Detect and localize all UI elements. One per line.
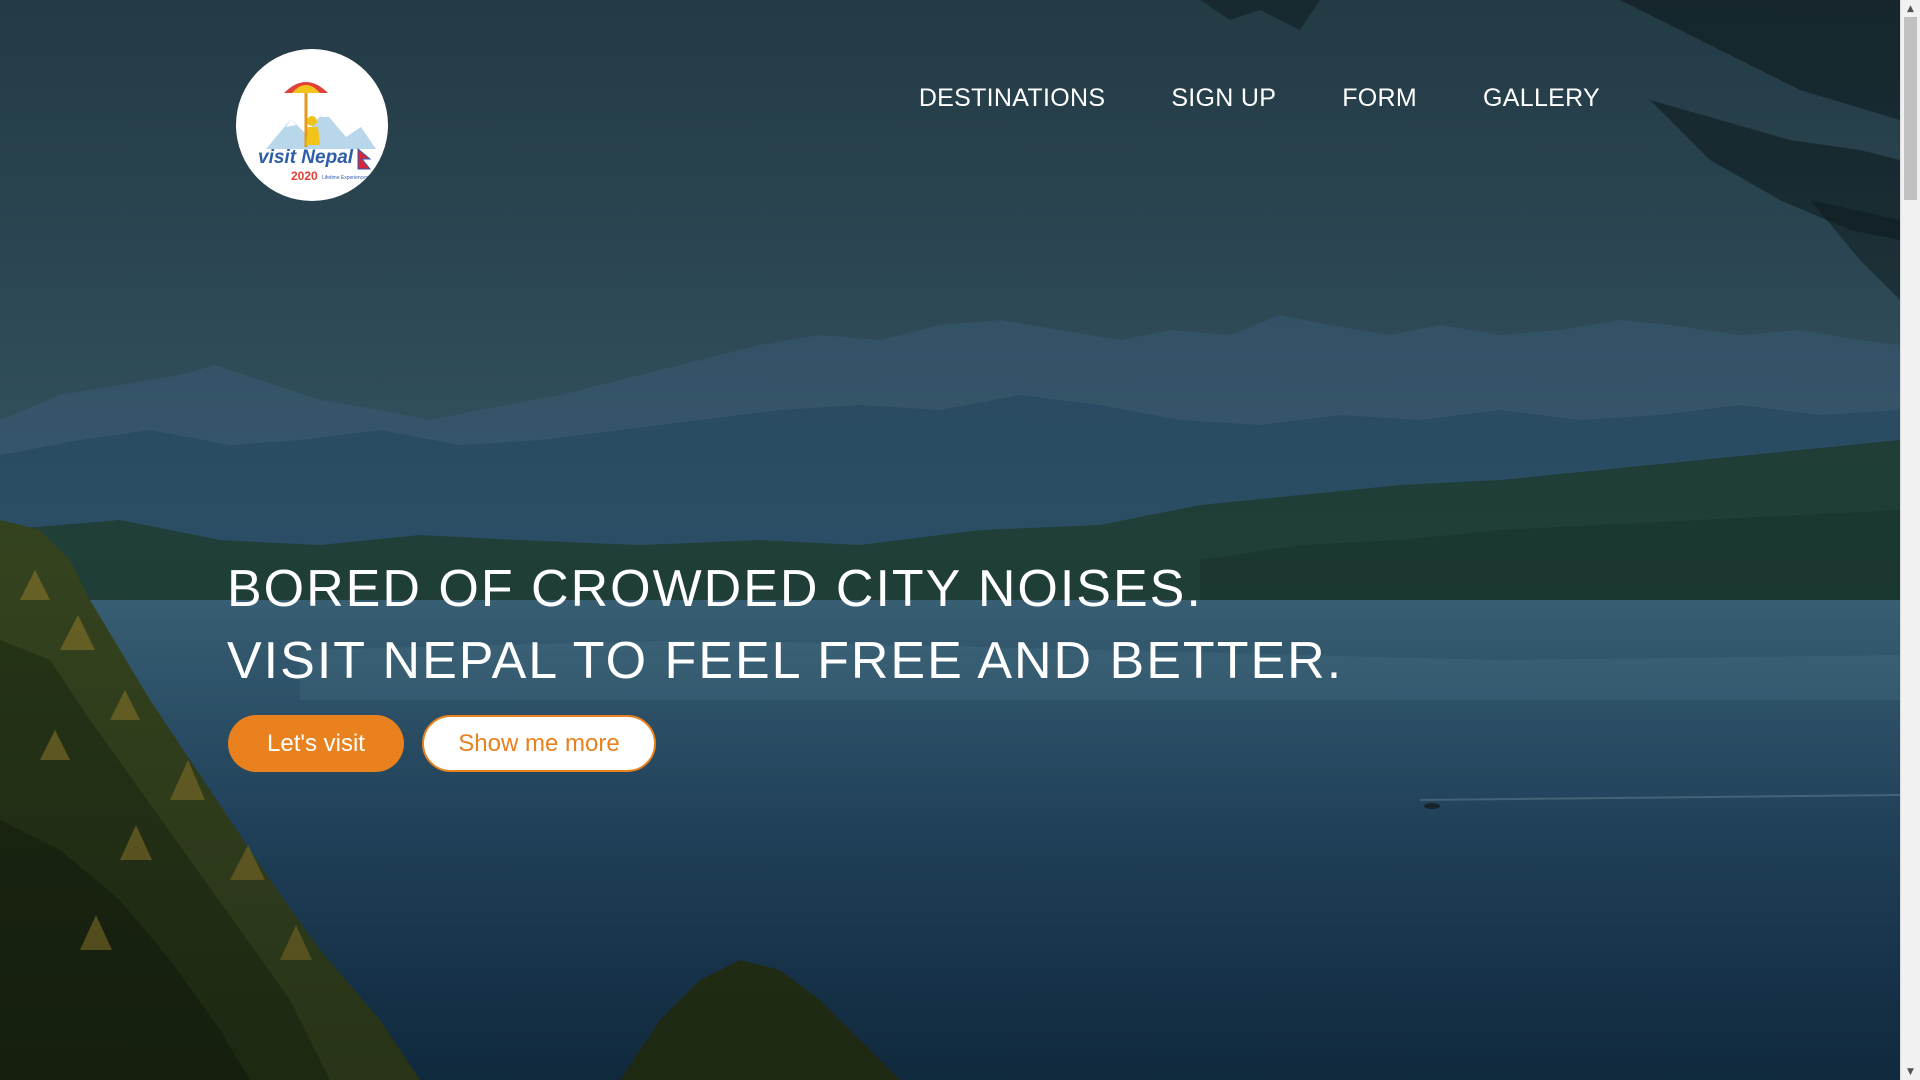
nav-link-form[interactable]: FORM bbox=[1342, 84, 1417, 112]
hero-headline-line-2: VISIT NEPAL TO FEEL FREE AND BETTER. bbox=[227, 632, 1344, 690]
logo-text-main: visit Nepal bbox=[258, 147, 354, 168]
logo-text-tagline: Lifetime Experiences bbox=[322, 175, 369, 181]
nav-link-sign-up[interactable]: SIGN UP bbox=[1171, 84, 1276, 112]
main-navigation: DESTINATIONS SIGN UP FORM GALLERY bbox=[919, 84, 1600, 113]
logo-image: visit Nepal 2020 Lifetime Experiences bbox=[258, 82, 376, 183]
nav-item-form: FORM bbox=[1342, 84, 1417, 113]
hero-headline: BORED OF CROWDED CITY NOISES. VISIT NEPA… bbox=[227, 553, 1343, 697]
hero-section: visit Nepal 2020 Lifetime Experiences DE… bbox=[0, 0, 1900, 1080]
scrollbar-thumb[interactable] bbox=[1904, 17, 1917, 200]
nav-link-destinations[interactable]: DESTINATIONS bbox=[919, 84, 1106, 112]
page: visit Nepal 2020 Lifetime Experiences DE… bbox=[0, 0, 1920, 1080]
lets-visit-button[interactable]: Let's visit bbox=[228, 715, 404, 772]
scroll-down-icon[interactable]: ▼ bbox=[1901, 1063, 1920, 1080]
nav-item-sign-up: SIGN UP bbox=[1171, 84, 1276, 113]
vertical-scrollbar[interactable]: ▲ ▼ bbox=[1900, 0, 1920, 1080]
nav-item-gallery: GALLERY bbox=[1483, 84, 1600, 113]
hero-headline-line-1: BORED OF CROWDED CITY NOISES. bbox=[227, 560, 1203, 618]
scroll-up-icon[interactable]: ▲ bbox=[1901, 0, 1920, 17]
nav-item-destinations: DESTINATIONS bbox=[919, 84, 1106, 113]
nav-link-gallery[interactable]: GALLERY bbox=[1483, 84, 1600, 112]
show-me-more-button[interactable]: Show me more bbox=[422, 715, 656, 772]
logo-text-year: 2020 bbox=[291, 169, 318, 183]
visit-nepal-logo[interactable]: visit Nepal 2020 Lifetime Experiences bbox=[236, 49, 388, 201]
